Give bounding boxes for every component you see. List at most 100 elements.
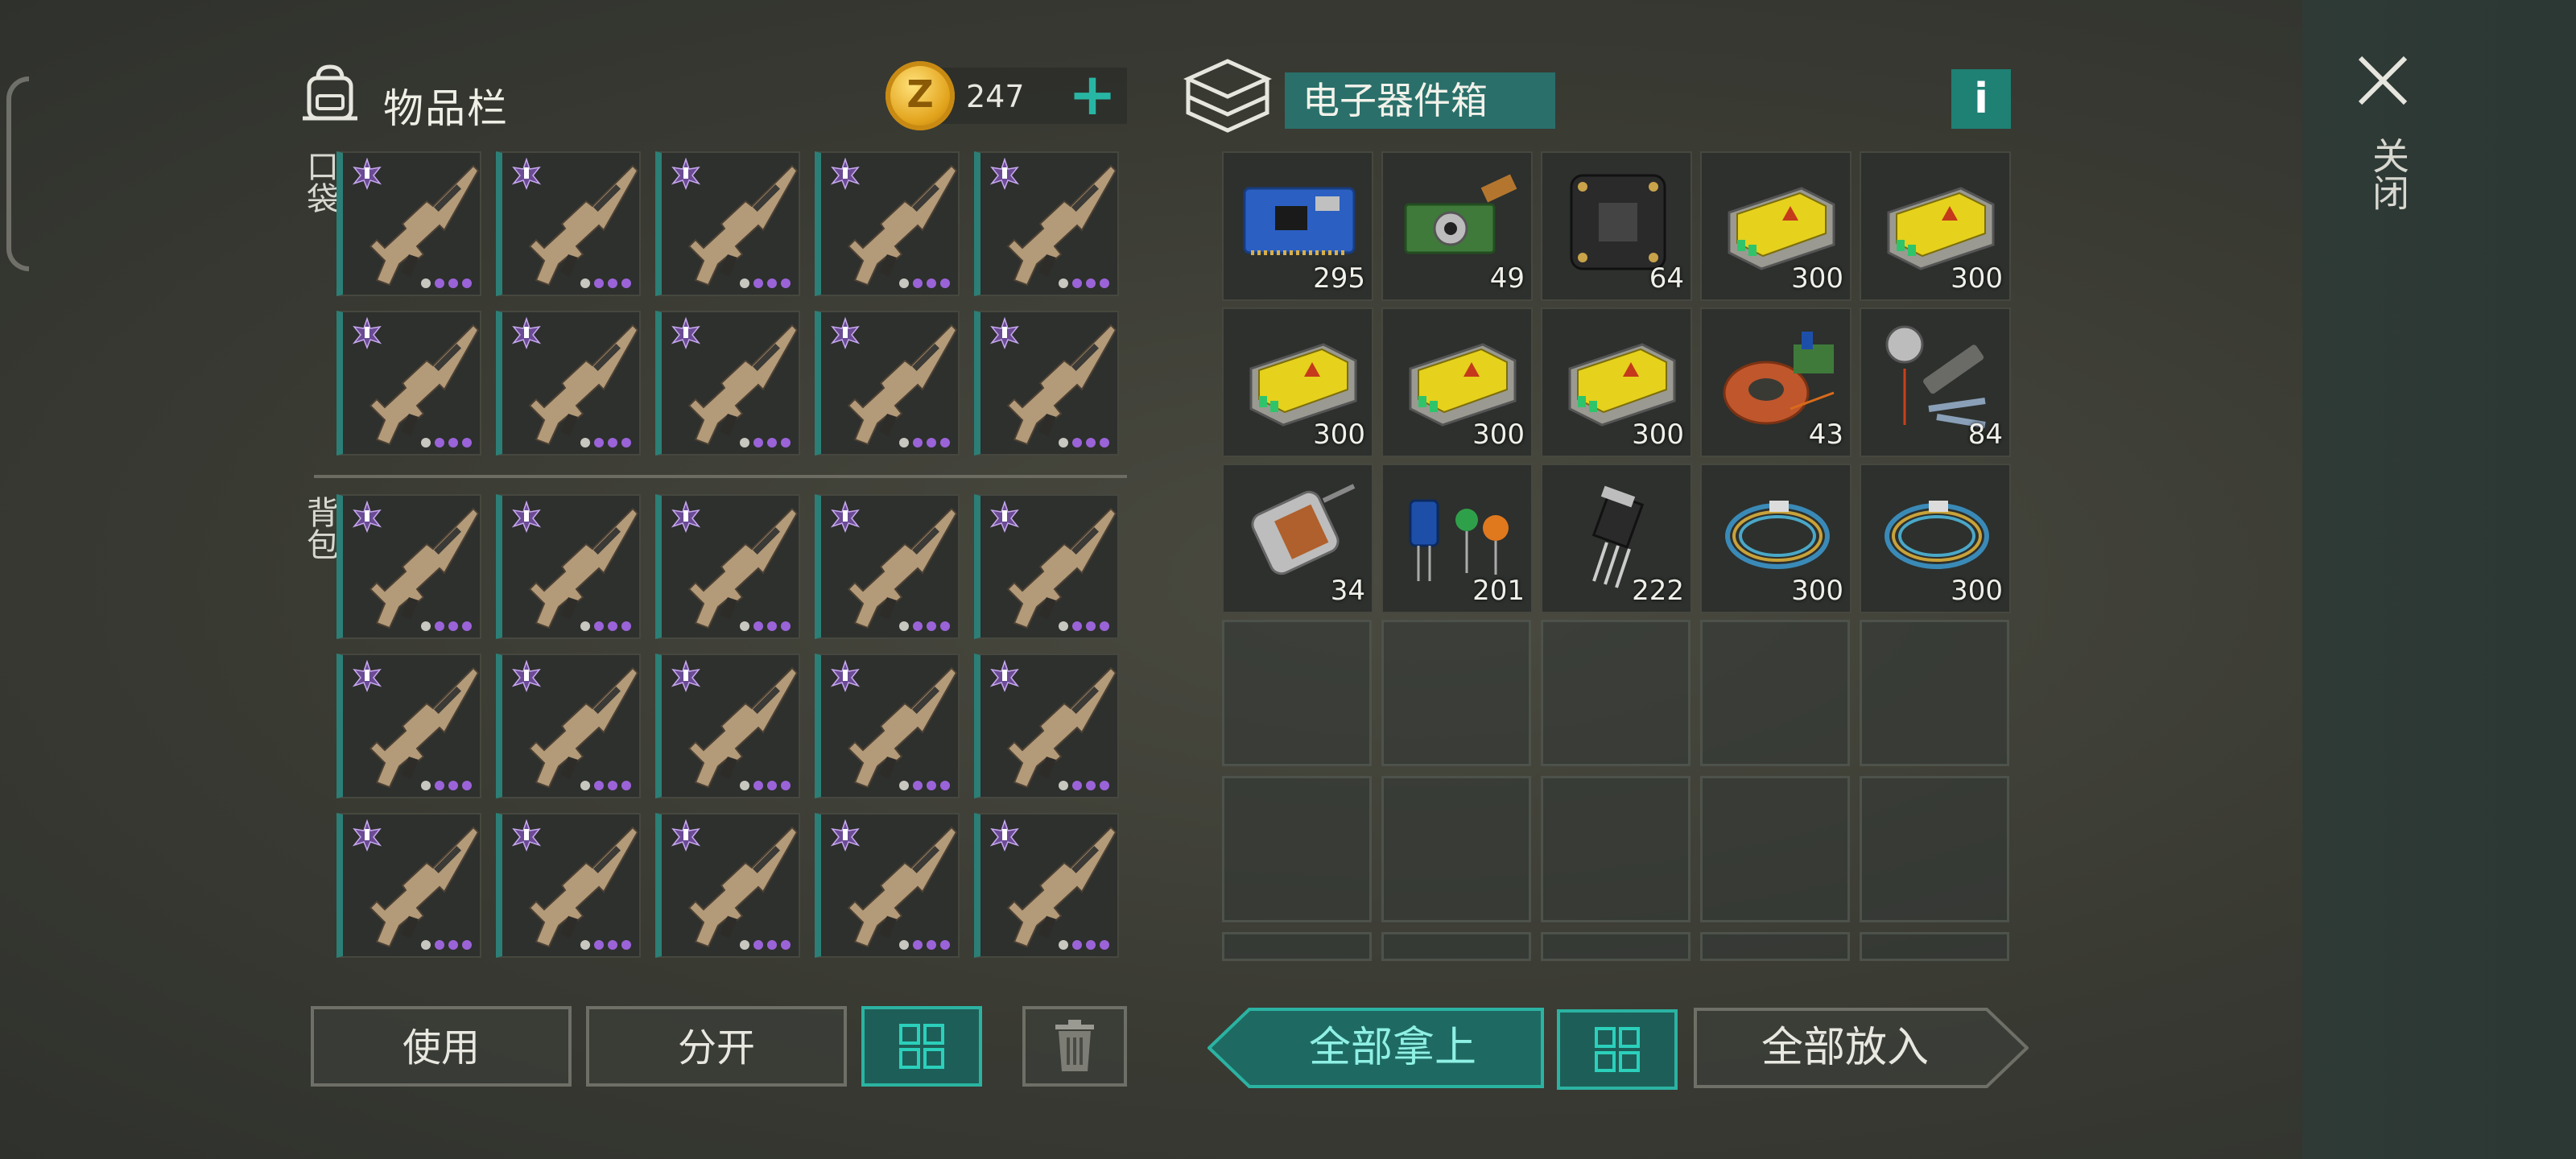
inventory-slot[interactable] [496, 654, 641, 798]
take-all-button[interactable]: 全部拿上 [1208, 1008, 1546, 1088]
drawer-handle[interactable] [6, 76, 29, 271]
empty-container-slot[interactable] [1700, 776, 1850, 922]
container-slot[interactable]: 300 [1222, 307, 1373, 457]
rarity-dots [580, 621, 631, 631]
empty-container-slot[interactable] [1541, 776, 1690, 922]
inventory-slot[interactable] [496, 494, 641, 639]
rarity-dot [781, 278, 791, 288]
empty-container-slot[interactable] [1381, 776, 1531, 922]
empty-container-slot[interactable] [1700, 932, 1850, 961]
empty-container-slot[interactable] [1222, 932, 1372, 961]
rarity-dot [621, 940, 631, 950]
inventory-slot[interactable] [496, 813, 641, 958]
inventory-slot[interactable] [336, 494, 481, 639]
put-all-button[interactable]: 全部放入 [1694, 1008, 2029, 1088]
rarity-dot [781, 438, 791, 448]
inventory-slot[interactable] [655, 813, 800, 958]
rarity-dot [899, 438, 909, 448]
empty-container-slot[interactable] [1541, 620, 1690, 766]
empty-container-slot[interactable] [1222, 776, 1372, 922]
rarity-dots [1059, 278, 1109, 288]
rarity-dots [421, 940, 472, 950]
inventory-slot[interactable] [815, 813, 960, 958]
inventory-slot[interactable] [974, 151, 1119, 296]
item-count: 49 [1489, 262, 1525, 295]
rarity-dots [580, 438, 631, 448]
inventory-slot[interactable] [655, 494, 800, 639]
container-slot[interactable]: 84 [1860, 307, 2011, 457]
inventory-slot[interactable] [974, 494, 1119, 639]
empty-container-slot[interactable] [1541, 932, 1690, 961]
rarity-dots [899, 781, 950, 790]
inventory-slot[interactable] [336, 151, 481, 296]
rarity-dot [927, 781, 936, 790]
inventory-slot[interactable] [815, 654, 960, 798]
container-slot[interactable]: 222 [1541, 464, 1692, 613]
inventory-slot[interactable] [655, 311, 800, 456]
inventory-slot[interactable] [336, 311, 481, 456]
rifle-icon [369, 164, 480, 287]
rarity-dot [1100, 278, 1109, 288]
container-slot[interactable]: 300 [1700, 151, 1852, 301]
close-icon[interactable] [2351, 48, 2415, 113]
container-slot[interactable]: 49 [1381, 151, 1533, 301]
grid-sort-icon [1595, 1027, 1640, 1072]
inventory-slot[interactable] [815, 311, 960, 456]
item-count: 300 [1313, 419, 1365, 451]
sort-inventory-button[interactable] [861, 1006, 982, 1087]
rifle-icon [528, 164, 639, 287]
inventory-slot[interactable] [655, 151, 800, 296]
empty-container-slot[interactable] [1222, 620, 1372, 766]
container-slot[interactable]: 43 [1700, 307, 1852, 457]
item-count: 43 [1808, 419, 1843, 451]
inventory-slot[interactable] [336, 813, 481, 958]
inventory-slot[interactable] [496, 311, 641, 456]
empty-container-slot[interactable] [1381, 932, 1531, 961]
inventory-slot[interactable] [496, 151, 641, 296]
rarity-dot [1059, 278, 1068, 288]
item-count: 201 [1472, 575, 1525, 607]
rarity-dots [580, 278, 631, 288]
container-slot[interactable]: 300 [1381, 307, 1533, 457]
container-slot[interactable]: 300 [1860, 464, 2011, 613]
split-button[interactable]: 分开 [586, 1006, 847, 1087]
inventory-slot[interactable] [815, 494, 960, 639]
item-count: 295 [1313, 262, 1365, 295]
rarity-dot [421, 621, 431, 631]
empty-container-slot[interactable] [1860, 932, 2009, 961]
info-button[interactable]: i [1951, 69, 2011, 129]
rarity-dots [740, 781, 791, 790]
use-button[interactable]: 使用 [311, 1006, 572, 1087]
container-slot[interactable]: 34 [1222, 464, 1373, 613]
empty-container-slot[interactable] [1700, 620, 1850, 766]
empty-container-slot[interactable] [1381, 620, 1531, 766]
rifle-icon [528, 826, 639, 948]
rarity-dot [899, 940, 909, 950]
container-slot[interactable]: 295 [1222, 151, 1373, 301]
empty-container-slot[interactable] [1860, 776, 2009, 922]
container-slot[interactable]: 64 [1541, 151, 1692, 301]
rarity-dot [940, 438, 950, 448]
inventory-slot[interactable] [974, 813, 1119, 958]
container-slot[interactable]: 300 [1541, 307, 1692, 457]
empty-container-slot[interactable] [1860, 620, 2009, 766]
rarity-dot [1072, 278, 1082, 288]
rarity-dot [1086, 940, 1096, 950]
sort-container-button[interactable] [1557, 1009, 1678, 1090]
container-slot[interactable]: 300 [1860, 151, 2011, 301]
rarity-dot [608, 438, 617, 448]
inventory-slot[interactable] [655, 654, 800, 798]
rifle-icon [847, 826, 958, 948]
item-count: 300 [1632, 419, 1684, 451]
add-coins-button[interactable]: + [1064, 65, 1121, 124]
container-slot[interactable]: 201 [1381, 464, 1533, 613]
inventory-slot[interactable] [336, 654, 481, 798]
container-slot[interactable]: 300 [1700, 464, 1852, 613]
inventory-slot[interactable] [974, 311, 1119, 456]
rarity-dot [462, 940, 472, 950]
trash-button[interactable] [1022, 1006, 1127, 1087]
rifle-icon [1006, 164, 1117, 287]
rarity-dot [753, 781, 763, 790]
inventory-slot[interactable] [815, 151, 960, 296]
inventory-slot[interactable] [974, 654, 1119, 798]
